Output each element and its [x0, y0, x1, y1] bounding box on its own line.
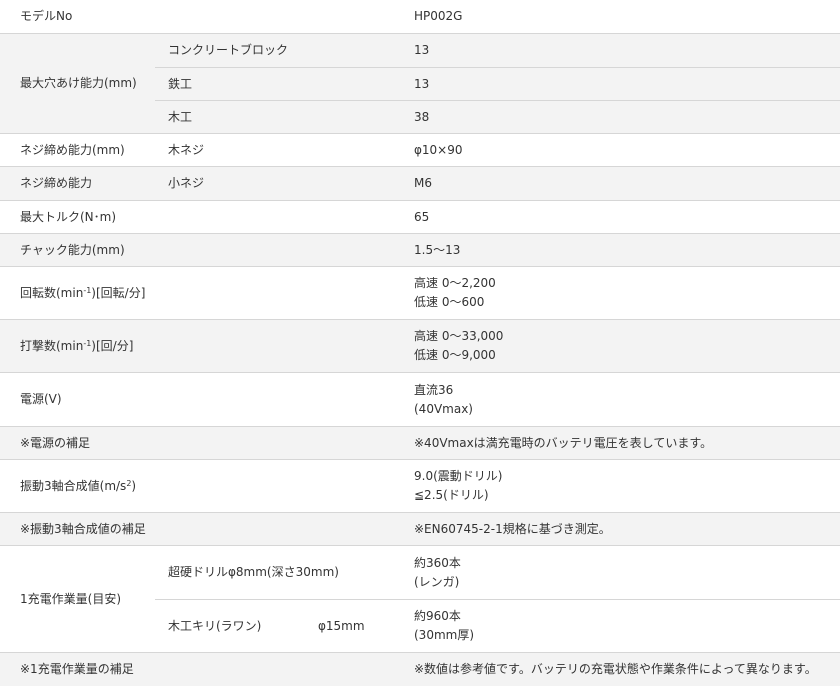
spec-value: 1.5〜13 — [414, 242, 461, 257]
spec-value: ※40Vmaxは満充電時のバッテリ電圧を表しています。 — [414, 435, 713, 450]
spec-value: M6 — [414, 176, 432, 190]
spec-label: モデルNo — [20, 9, 73, 23]
spec-value: 13 — [414, 76, 430, 91]
spec-row-workload: 1充電作業量(目安) 超硬ドリルφ8mm(深さ30mm) 約360本 (レンガ)… — [0, 546, 840, 653]
spec-label: 回転数(min-1)[回転/分] — [20, 285, 146, 300]
spec-sublabel: コンクリートブロック — [168, 43, 289, 57]
spec-value: 9.0(震動ドリル) ≦2.5(ドリル) — [414, 469, 503, 502]
spec-label: 最大穴あけ能力(mm) — [20, 76, 137, 90]
spec-row-model: モデルNo HP002G — [0, 0, 840, 34]
spec-row-power: 電源(V) 直流36 (40Vmax) — [0, 373, 840, 427]
spec-row-impact: 打撃数(min-1)[回/分] 高速 0〜33,000 低速 0〜9,000 — [0, 320, 840, 373]
spec-table: モデルNo HP002G 最大穴あけ能力(mm) コンクリートブロック 13 鉄… — [0, 0, 840, 686]
spec-sublabel: 小ネジ — [168, 176, 205, 190]
spec-row-vibration-note: ※振動3軸合成値の補足 ※EN60745-2-1規格に基づき測定。 — [0, 513, 840, 546]
spec-value: φ10×90 — [414, 142, 463, 157]
spec-label: 1充電作業量(目安) — [20, 591, 121, 606]
spec-value: 高速 0〜33,000 低速 0〜9,000 — [414, 329, 504, 362]
spec-label: ※電源の補足 — [20, 435, 91, 450]
spec-sublabel: 超硬ドリルφ8mm(深さ30mm) — [168, 565, 339, 579]
spec-row-chuck: チャック能力(mm) 1.5〜13 — [0, 234, 840, 267]
spec-label: 電源(V) — [20, 392, 62, 406]
spec-row-screw-wood: ネジ締め能力(mm) 木ネジ φ10×90 — [0, 134, 840, 167]
spec-label: ネジ締め能力 — [20, 176, 93, 190]
spec-row-power-note: ※電源の補足 ※40Vmaxは満充電時のバッテリ電圧を表しています。 — [0, 427, 840, 460]
spec-row-torque: 最大トルク(N･m) 65 — [0, 201, 840, 234]
spec-value: 約960本 (30mm厚) — [414, 609, 475, 642]
spec-sublabel: 木工 — [168, 109, 193, 124]
spec-value: 高速 0〜2,200 低速 0〜600 — [414, 276, 496, 309]
spec-label: チャック能力(mm) — [20, 242, 125, 257]
spec-value: HP002G — [414, 9, 463, 23]
spec-label: ネジ締め能力(mm) — [20, 142, 125, 157]
spec-label: 最大トルク(N･m) — [20, 209, 117, 224]
spec-value: ※EN60745-2-1規格に基づき測定。 — [414, 521, 611, 536]
spec-row-drill-capacity: 最大穴あけ能力(mm) コンクリートブロック 13 鉄工 13 木工 38 — [0, 34, 840, 134]
spec-label: 打撃数(min-1)[回/分] — [20, 338, 134, 353]
spec-value: ※数値は参考値です。バッテリの充電状態や作業条件によって異なります。 — [414, 662, 817, 676]
spec-sublabel: 木ネジ — [168, 142, 205, 157]
spec-row-workload-note: ※1充電作業量の補足 ※数値は参考値です。バッテリの充電状態や作業条件によって異… — [0, 653, 840, 686]
spec-label: ※1充電作業量の補足 — [20, 662, 134, 676]
spec-value: 13 — [414, 43, 430, 57]
spec-label: ※振動3軸合成値の補足 — [20, 521, 146, 536]
spec-value: 直流36 (40Vmax) — [414, 382, 473, 416]
spec-value: 約360本 (レンガ) — [414, 555, 461, 589]
spec-label: 振動3軸合成値(m/s2) — [20, 478, 137, 493]
spec-value: 38 — [414, 109, 430, 124]
spec-sublabel: 鉄工 — [168, 76, 193, 91]
spec-row-screw-small: ネジ締め能力 小ネジ M6 — [0, 167, 840, 201]
spec-row-rpm: 回転数(min-1)[回転/分] 高速 0〜2,200 低速 0〜600 — [0, 267, 840, 320]
spec-row-vibration: 振動3軸合成値(m/s2) 9.0(震動ドリル) ≦2.5(ドリル) — [0, 460, 840, 513]
spec-value: 65 — [414, 209, 430, 224]
spec-sublabel-size: φ15mm — [318, 618, 365, 633]
